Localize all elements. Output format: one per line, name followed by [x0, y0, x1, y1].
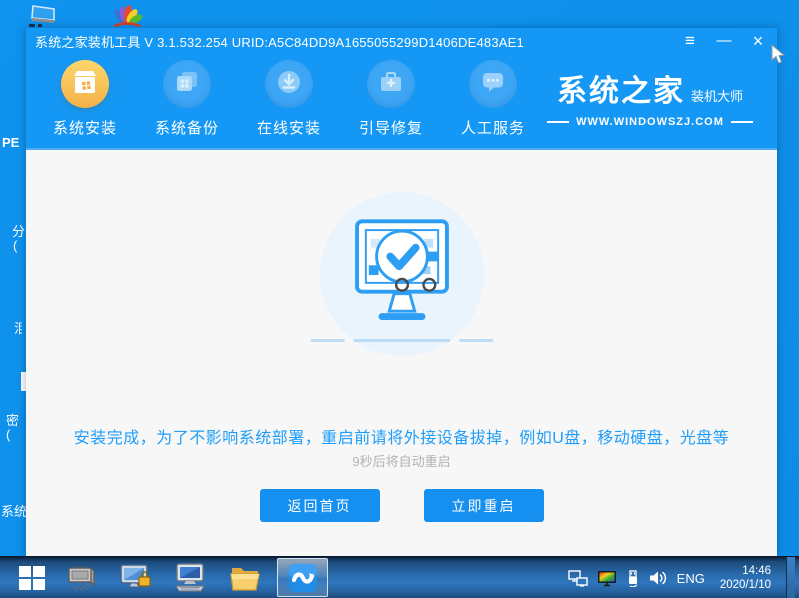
nav-item-boot-repair[interactable]: 引导修复	[343, 60, 439, 138]
brand-badge: 装机大师	[690, 89, 743, 104]
logo-rule-right	[730, 121, 753, 123]
computer-icon[interactable]	[168, 557, 212, 598]
installer-window: 系统之家装机工具 V 3.1.532.254 URID:A5C84DD9A165…	[26, 28, 777, 556]
clock-time: 14:46	[742, 565, 771, 577]
nav-item-system-install[interactable]: 系统安装	[37, 60, 133, 138]
online-download-icon	[275, 68, 303, 101]
clock[interactable]: 14:46 2020/1/10	[714, 564, 777, 592]
nav-item-service[interactable]: 人工服务	[445, 60, 541, 138]
content-area: 安装完成，为了不影响系统部署，重启前请将外接设备拔掉，例如U盘，移动硬盘，光盘等…	[26, 152, 777, 556]
nav-item-online-install[interactable]: 在线安装	[241, 60, 337, 138]
show-desktop-button[interactable]	[786, 557, 795, 598]
brand-name: 系统之家	[556, 75, 685, 108]
windows-start-icon[interactable]	[10, 557, 54, 598]
install-package-icon	[70, 67, 100, 102]
network-icon[interactable]	[567, 569, 588, 587]
nav-item-label: 人工服务	[460, 120, 525, 137]
monitor-check-success-icon	[304, 192, 500, 367]
nav-item-label: 系统安装	[52, 120, 117, 137]
nav-item-label: 引导修复	[358, 120, 423, 137]
icon-label-fragment	[29, 24, 35, 27]
install-complete-message: 安装完成，为了不影响系统部署，重启前请将外接设备拔掉，例如U盘，移动硬盘，光盘等	[73, 430, 730, 447]
nav-item-system-backup[interactable]: 系统备份	[139, 60, 235, 138]
zhuangji-app-icon[interactable]	[277, 558, 328, 597]
logo-rule-left	[547, 121, 570, 123]
nav-item-label: 在线安装	[256, 120, 321, 137]
brand-site: WWW.WINDOWSZJ.COM	[576, 116, 724, 128]
background-window-fragment: (	[13, 238, 18, 253]
navbar: 系统安装 系统备份 在线安装 引导修复 人工服务 系统之家 装机大师 WWW.W…	[26, 54, 777, 150]
language-indicator[interactable]: ENG	[677, 571, 705, 586]
window-title: 系统之家装机工具 V 3.1.532.254 URID:A5C84DD9A165…	[35, 34, 524, 50]
secure-display-icon[interactable]	[114, 557, 158, 598]
restart-countdown: 9秒后将自动重启	[352, 454, 451, 469]
taskbar: ENG 14:46 2020/1/10	[0, 556, 799, 598]
background-window-fragment: PE	[2, 135, 20, 150]
menu-icon[interactable]: ≡	[681, 28, 699, 54]
close-icon[interactable]: ×	[749, 28, 767, 54]
brand-logo: 系统之家 装机大师 WWW.WINDOWSZJ.COM	[541, 66, 759, 128]
titlebar[interactable]: 系统之家装机工具 V 3.1.532.254 URID:A5C84DD9A165…	[26, 28, 777, 54]
service-chat-icon	[479, 68, 507, 101]
minimize-icon[interactable]: —	[715, 28, 733, 54]
clock-date: 2020/1/10	[719, 579, 771, 591]
icon-label-fragment	[38, 24, 42, 27]
folder-icon[interactable]	[223, 557, 267, 598]
restart-now-button[interactable]: 立即重启	[423, 489, 544, 522]
nav-item-label: 系统备份	[154, 120, 219, 137]
usb-icon[interactable]	[626, 569, 640, 587]
mouse-cursor	[771, 43, 786, 70]
speaker-icon[interactable]	[649, 570, 668, 586]
boot-repair-toolbox-icon	[377, 68, 405, 101]
system-backup-icon	[173, 68, 201, 101]
chip-icon[interactable]	[60, 557, 104, 598]
background-window-fragment: (	[6, 427, 11, 442]
system-tray: ENG 14:46 2020/1/10	[567, 557, 799, 598]
home-button[interactable]: 返回首页	[259, 489, 380, 522]
display-color-icon[interactable]	[597, 570, 617, 587]
background-window-fragment: 系统	[1, 504, 28, 519]
